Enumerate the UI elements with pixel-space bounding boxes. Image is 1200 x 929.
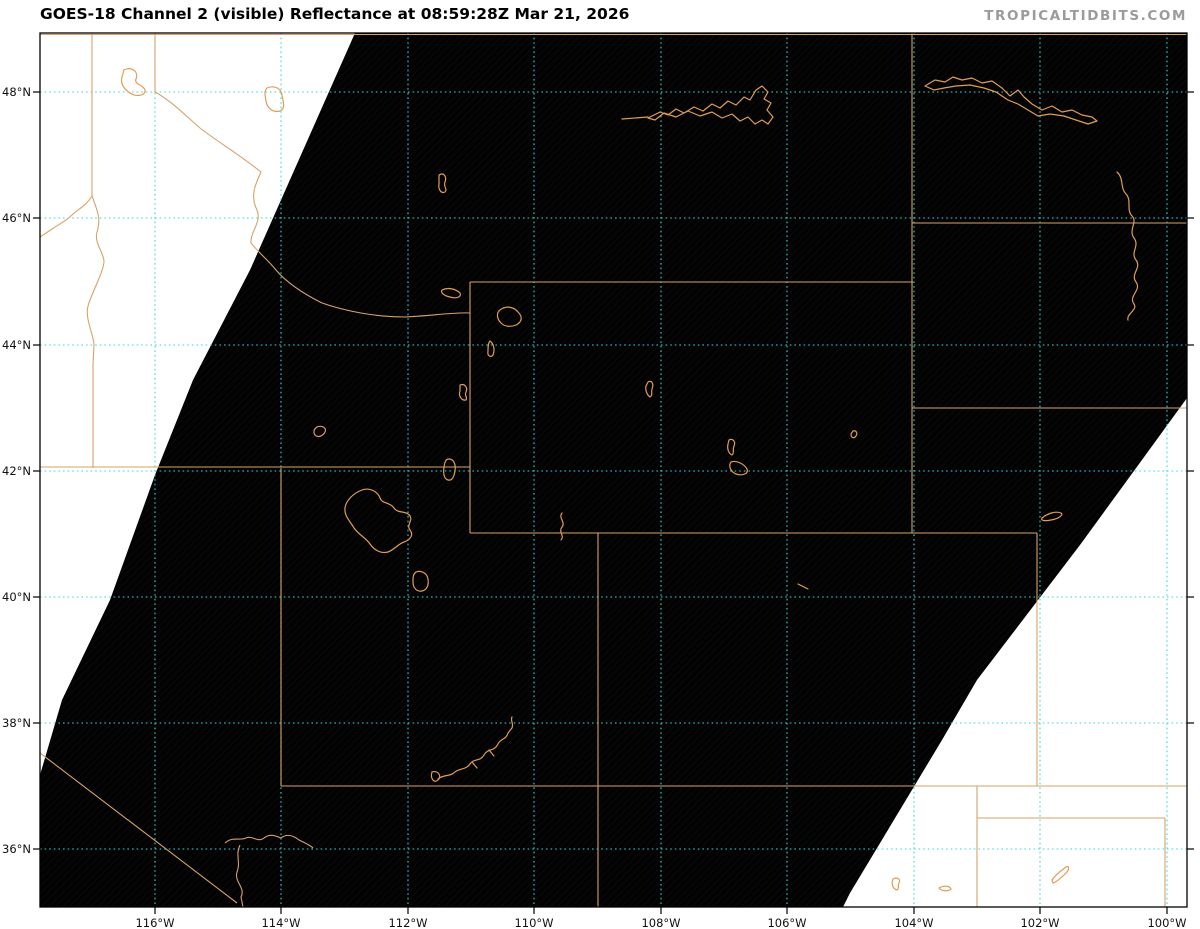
satellite-map-view: GOES-18 Channel 2 (visible) Reflectance … bbox=[0, 0, 1200, 929]
state-border-line bbox=[40, 195, 93, 238]
lat-tick-label: 36°N bbox=[2, 842, 31, 856]
water-feature bbox=[891, 877, 901, 891]
scan-region bbox=[40, 33, 1187, 907]
lon-tick-label: 112°W bbox=[388, 916, 428, 929]
lon-tick-label: 114°W bbox=[261, 916, 301, 929]
state-border-line bbox=[86, 195, 105, 468]
lat-tick-label: 42°N bbox=[2, 464, 31, 478]
water-feature bbox=[938, 885, 952, 892]
lat-tick-label: 40°N bbox=[2, 590, 31, 604]
lon-tick-label: 110°W bbox=[514, 916, 554, 929]
lat-tick-label: 44°N bbox=[2, 338, 31, 352]
map-canvas bbox=[33, 32, 1194, 914]
lon-tick-label: 100°W bbox=[1147, 916, 1187, 929]
water-feature bbox=[120, 68, 146, 96]
lon-tick-label: 104°W bbox=[894, 916, 934, 929]
lon-tick-label: 116°W bbox=[135, 916, 175, 929]
lon-tick-label: 106°W bbox=[767, 916, 807, 929]
lat-tick-label: 46°N bbox=[2, 211, 31, 225]
lon-tick-label: 102°W bbox=[1020, 916, 1060, 929]
lat-tick-label: 48°N bbox=[2, 85, 31, 99]
lat-tick-label: 38°N bbox=[2, 716, 31, 730]
lon-tick-label: 108°W bbox=[641, 916, 681, 929]
water-feature bbox=[1051, 865, 1070, 884]
